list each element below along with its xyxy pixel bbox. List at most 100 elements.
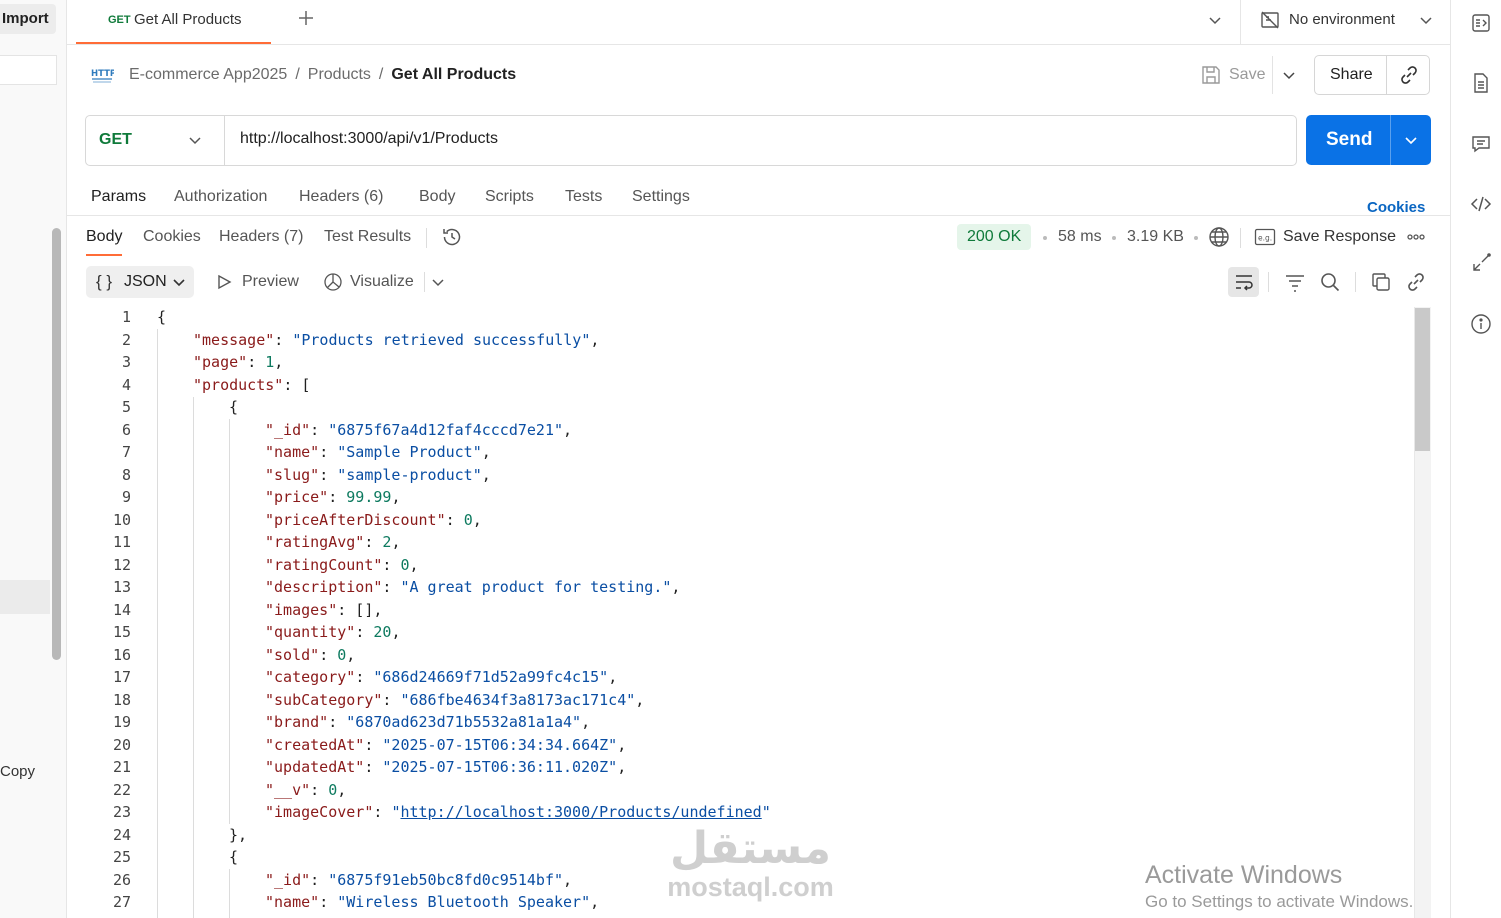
tab-body[interactable]: Body — [419, 188, 455, 206]
send-button-label[interactable]: Send — [1326, 129, 1372, 151]
sidebar-copy-label[interactable]: Copy — [0, 763, 35, 780]
chevron-down-icon[interactable] — [1280, 66, 1298, 84]
response-tab-headers[interactable]: Headers (7) — [219, 228, 303, 246]
code-token: "686fbe4634f3a8173ac171c4" — [400, 690, 636, 709]
code-token: , — [617, 735, 627, 754]
method-selector[interactable]: GET — [99, 131, 132, 149]
tab-authorization[interactable]: Authorization — [174, 188, 267, 206]
save-response-button[interactable]: Save Response — [1283, 228, 1396, 246]
environment-selector[interactable]: No environment — [1289, 11, 1395, 28]
comments-icon[interactable] — [1470, 133, 1492, 155]
visualize-icon[interactable] — [323, 272, 343, 292]
code-icon[interactable] — [1470, 193, 1492, 215]
history-icon[interactable] — [441, 226, 463, 248]
link-icon[interactable] — [1398, 64, 1420, 86]
code-token: "name" — [265, 443, 320, 461]
chevron-down-icon[interactable] — [1402, 131, 1420, 149]
code-token: "_id" — [265, 870, 311, 889]
code-line: "quantity": 20, — [265, 623, 400, 641]
line-number: 7 — [121, 443, 131, 461]
divider — [1272, 56, 1273, 94]
divider — [1386, 56, 1387, 94]
link-icon[interactable] — [1405, 271, 1427, 293]
save-icon[interactable] — [1200, 64, 1222, 86]
play-icon[interactable] — [216, 274, 232, 290]
import-button[interactable]: Import — [0, 4, 56, 34]
tab-headers[interactable]: Headers (6) — [299, 188, 383, 206]
code-scrollbar-thumb[interactable] — [1415, 308, 1430, 451]
more-options-icon[interactable] — [1406, 230, 1426, 244]
related-icon[interactable] — [1470, 252, 1492, 274]
code-token: "6870ad623d71b5532a81a1a4" — [346, 713, 582, 731]
share-button[interactable]: Share — [1330, 66, 1373, 84]
sidebar-search-input[interactable] — [0, 55, 57, 85]
save-button[interactable]: Save — [1229, 66, 1265, 84]
info-doc-icon[interactable] — [1470, 72, 1492, 94]
response-tab-body[interactable]: Body — [86, 228, 122, 246]
line-number: 11 — [112, 533, 131, 551]
url-input[interactable]: http://localhost:3000/api/v1/Products — [240, 130, 498, 148]
code-token: "Sample Product" — [337, 443, 482, 461]
sidebar-selected-item[interactable] — [0, 580, 50, 614]
code-token: : — [310, 780, 329, 799]
code-token: : — [319, 893, 338, 911]
documentation-icon[interactable] — [1470, 12, 1492, 34]
code-line: "page": 1, — [193, 353, 283, 371]
code-token: : — [364, 758, 383, 776]
code-token: 99.99 — [346, 488, 392, 506]
visualize-button[interactable]: Visualize — [350, 273, 414, 291]
cookies-link[interactable]: Cookies — [1367, 199, 1425, 216]
copy-icon[interactable] — [1370, 271, 1392, 293]
divider[interactable] — [67, 215, 1450, 216]
breadcrumb-folder[interactable]: Products — [308, 66, 371, 83]
code-token: : — [364, 533, 383, 551]
chevron-down-icon[interactable] — [1417, 11, 1435, 29]
divider — [1268, 272, 1269, 292]
response-tab-test-results[interactable]: Test Results — [324, 228, 411, 246]
globe-icon[interactable] — [1208, 226, 1230, 248]
code-token: , — [671, 578, 681, 596]
line-number: 22 — [112, 780, 131, 799]
chevron-down-icon[interactable] — [172, 275, 186, 289]
code-token: "6875f67a4d12faf4cccd7e21" — [328, 420, 564, 439]
code-token: "message" — [193, 330, 275, 349]
breadcrumb-collection[interactable]: E-commerce App2025 — [129, 66, 287, 83]
code-token: "_id" — [265, 420, 311, 439]
filter-icon[interactable] — [1284, 271, 1306, 293]
code-token: , — [590, 893, 600, 911]
code-line: "category": "686d24669f71d52a99fc4c15", — [265, 668, 617, 686]
response-tab-cookies[interactable]: Cookies — [143, 228, 201, 246]
tab-params[interactable]: Params — [91, 188, 146, 206]
format-label[interactable]: JSON — [124, 273, 167, 291]
line-number: 19 — [112, 713, 131, 731]
code-line: "_id": "6875f91eb50bc8fd0c9514bf", — [265, 871, 572, 889]
preview-button[interactable]: Preview — [242, 273, 299, 291]
code-line: "updatedAt": "2025-07-15T06:36:11.020Z", — [265, 758, 626, 776]
save-response-icon[interactable]: e.g. — [1254, 227, 1276, 247]
code-token: "subCategory" — [265, 690, 383, 709]
response-size[interactable]: 3.19 KB — [1127, 228, 1184, 246]
sidebar-scrollbar[interactable] — [52, 228, 61, 660]
tab-scripts[interactable]: Scripts — [485, 188, 534, 206]
response-time[interactable]: 58 ms — [1058, 228, 1102, 246]
separator-dot — [1112, 236, 1116, 240]
wrap-lines-icon[interactable] — [1233, 271, 1255, 293]
tab-tests[interactable]: Tests — [565, 188, 602, 206]
code-token: "updatedAt" — [265, 758, 365, 776]
info-icon[interactable] — [1470, 313, 1492, 335]
code-token: : [ — [283, 375, 311, 394]
chevron-down-icon[interactable] — [1206, 11, 1224, 29]
line-number: 16 — [112, 645, 131, 664]
chevron-down-icon[interactable] — [186, 131, 204, 149]
search-icon[interactable] — [1319, 271, 1341, 293]
code-token: , — [608, 668, 618, 686]
code-link[interactable]: http://localhost:3000/Products/undefined — [400, 803, 761, 821]
code-token: "ratingAvg" — [265, 533, 365, 551]
plus-icon[interactable] — [296, 8, 316, 28]
breadcrumb-current[interactable]: Get All Products — [391, 66, 516, 83]
code-token: "ratingCount" — [265, 555, 383, 574]
code-token: "2025-07-15T06:34:34.664Z" — [382, 735, 618, 754]
status-badge[interactable]: 200 OK — [957, 224, 1032, 250]
chevron-down-icon[interactable] — [431, 275, 445, 289]
tab-settings[interactable]: Settings — [632, 188, 690, 206]
